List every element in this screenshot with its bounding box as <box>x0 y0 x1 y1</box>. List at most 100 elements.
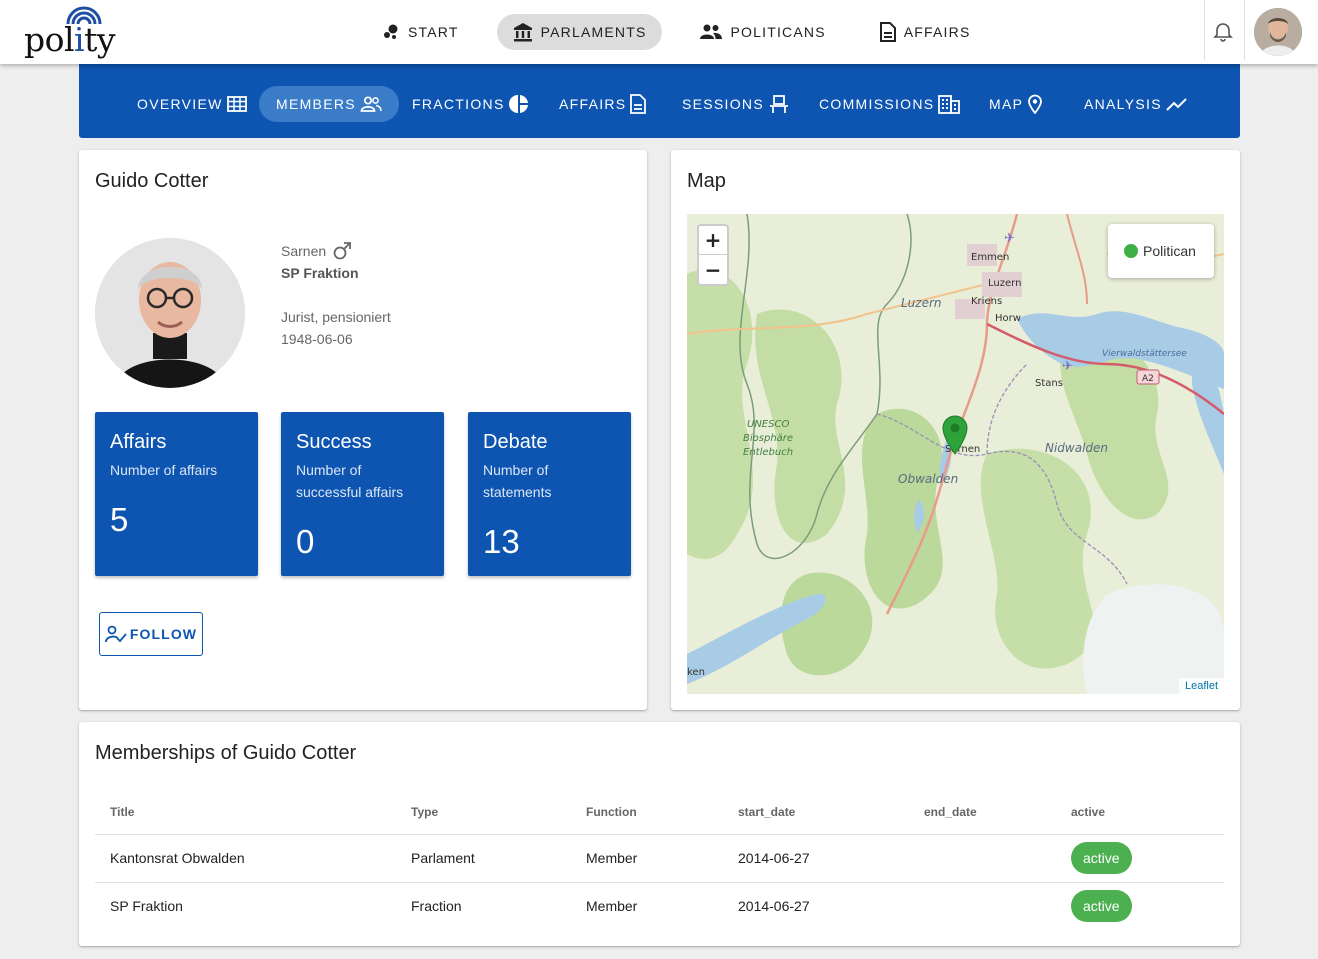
stat-value: 13 <box>483 523 520 560</box>
subnav-sessions[interactable]: SESSIONS <box>665 86 807 122</box>
cell-title: SP Fraktion <box>110 898 183 915</box>
column-header[interactable]: start_date <box>723 790 909 835</box>
column-header[interactable]: active <box>1056 790 1224 835</box>
profile-card: Guido Cotter Sarnen SP Fraktion Jurist, … <box>79 150 647 710</box>
nav-affairs[interactable]: AFFAIRS <box>864 14 987 50</box>
svg-text:Biosphäre: Biosphäre <box>743 433 793 444</box>
subnav-affairs[interactable]: AFFAIRS <box>542 86 663 122</box>
subnav-commissions[interactable]: COMMISSIONS <box>802 86 977 122</box>
svg-text:Horw: Horw <box>995 313 1021 324</box>
svg-text:Stans: Stans <box>1035 378 1063 389</box>
status-badge: active <box>1071 842 1132 874</box>
nav-label: PARLAMENTS <box>540 24 647 40</box>
cell-start-date: 2014-06-27 <box>723 834 909 883</box>
stat-value: 5 <box>110 501 129 538</box>
seat-icon <box>769 95 788 113</box>
stat-title: Success <box>296 431 372 453</box>
divider <box>1204 0 1205 60</box>
top-app-bar: polity START PARLAMENTS POLITICANS AFFAI… <box>0 0 1318 64</box>
bubble-chart-icon <box>384 24 398 39</box>
zoom-out-button[interactable]: − <box>699 255 727 284</box>
map-card: Map ✈ ✈ Emmen Luzern Luzern Kriens Horw … <box>671 150 1240 710</box>
parliament-sub-navigation: OVERVIEW MEMBERS FRACTIONS AFFAIRS SESSI… <box>79 64 1240 138</box>
subnav-label: FRACTIONS <box>412 96 505 112</box>
people-icon <box>700 24 723 39</box>
table-header-row: Title Type Function start_date end_date … <box>95 790 1224 835</box>
document-icon <box>630 94 647 114</box>
politician-name: Guido Cotter <box>95 170 209 192</box>
subnav-label: MEMBERS <box>276 96 356 112</box>
nav-label: AFFAIRS <box>903 24 971 40</box>
cell-function: Member <box>571 834 723 883</box>
column-header[interactable]: Type <box>396 790 571 835</box>
cell-type: Parlament <box>396 834 571 883</box>
svg-text:Nidwalden: Nidwalden <box>1045 441 1108 455</box>
politician-photo <box>95 238 245 388</box>
column-header[interactable]: Function <box>571 790 723 835</box>
subnav-analysis[interactable]: ANALYSIS <box>1067 86 1205 122</box>
cell-title: Kantonsrat Obwalden <box>95 834 396 883</box>
politician-fraction: SP Fraktion <box>281 265 359 281</box>
subnav-members[interactable]: MEMBERS <box>259 86 399 122</box>
building-icon <box>938 95 961 114</box>
map-attribution-link[interactable]: Leaflet <box>1178 678 1224 694</box>
svg-text:Vierwaldstättersee: Vierwaldstättersee <box>1102 349 1187 359</box>
cell-type: Fraction <box>411 898 462 915</box>
memberships-card: Memberships of Guido Cotter Title Type F… <box>79 722 1240 946</box>
legend-dot-icon <box>1124 244 1138 258</box>
main-navigation: START PARLAMENTS POLITICANS AFFAIRS <box>366 14 1008 50</box>
subnav-label: MAP <box>989 96 1024 112</box>
memberships-table: Title Type Function start_date end_date … <box>95 790 1224 930</box>
politician-birthdate: 1948-06-06 <box>281 331 353 347</box>
map-view[interactable]: ✈ ✈ Emmen Luzern Luzern Kriens Horw Vier… <box>687 214 1224 694</box>
column-header[interactable]: end_date <box>909 790 1056 835</box>
person-check-icon <box>104 625 127 643</box>
subnav-label: ANALYSIS <box>1084 96 1162 112</box>
follow-label: FOLLOW <box>129 626 198 642</box>
people-icon <box>360 96 382 112</box>
svg-text:Luzern: Luzern <box>901 296 942 310</box>
subnav-label: AFFAIRS <box>559 96 627 112</box>
cell-start-date: 2014-06-27 <box>738 898 810 915</box>
svg-text:Kriens: Kriens <box>971 296 1002 307</box>
table-row[interactable]: Kantonsrat Obwalden Parlament Member 201… <box>95 834 1224 883</box>
zoom-control: + − <box>697 224 729 286</box>
stat-card-success: Success Number of successful affairs 0 <box>281 412 444 576</box>
legend-label: Politican <box>1143 243 1196 259</box>
map-title: Map <box>687 170 726 192</box>
stat-card-affairs: Affairs Number of affairs 5 <box>95 412 258 576</box>
map-legend: Politican <box>1108 224 1214 278</box>
politician-city: Sarnen <box>281 243 327 259</box>
nav-parlaments[interactable]: PARLAMENTS <box>496 14 663 50</box>
svg-text:Entlebuch: Entlebuch <box>743 447 793 458</box>
cell-active: active <box>1056 834 1224 883</box>
cell-end-date <box>909 882 1056 930</box>
nav-politicans[interactable]: POLITICANS <box>684 14 841 50</box>
follow-button[interactable]: FOLLOW <box>99 612 203 656</box>
column-header[interactable]: Title <box>95 790 396 835</box>
memberships-title: Memberships of Guido Cotter <box>95 742 357 764</box>
polity-logo[interactable]: polity <box>24 6 124 60</box>
zoom-in-button[interactable]: + <box>699 226 727 255</box>
subnav-label: COMMISSIONS <box>819 96 935 112</box>
grid-icon <box>226 96 247 112</box>
svg-text:Emmen: Emmen <box>971 252 1009 263</box>
logo-text: polity <box>24 20 116 59</box>
stat-value: 0 <box>296 523 315 560</box>
map-marker-icon <box>1028 94 1043 114</box>
bell-icon[interactable] <box>1212 20 1234 42</box>
subnav-overview[interactable]: OVERVIEW <box>120 86 264 122</box>
stat-subtitle: Number of statements <box>483 462 552 500</box>
svg-text:A2: A2 <box>1142 374 1154 384</box>
subnav-map[interactable]: MAP <box>972 86 1060 122</box>
location-row: Sarnen <box>281 241 352 261</box>
nav-start[interactable]: START <box>366 14 475 50</box>
cell-active: active <box>1056 882 1224 930</box>
user-avatar[interactable] <box>1254 8 1302 56</box>
subnav-fractions[interactable]: FRACTIONS <box>395 86 546 122</box>
table-row[interactable]: SP Fraktion Fraction Member 2014-06-27 a… <box>95 882 1224 930</box>
male-icon <box>333 242 352 260</box>
stat-card-debate: Debate Number of statements 13 <box>468 412 631 576</box>
institution-icon <box>513 23 532 42</box>
divider <box>1244 0 1245 60</box>
